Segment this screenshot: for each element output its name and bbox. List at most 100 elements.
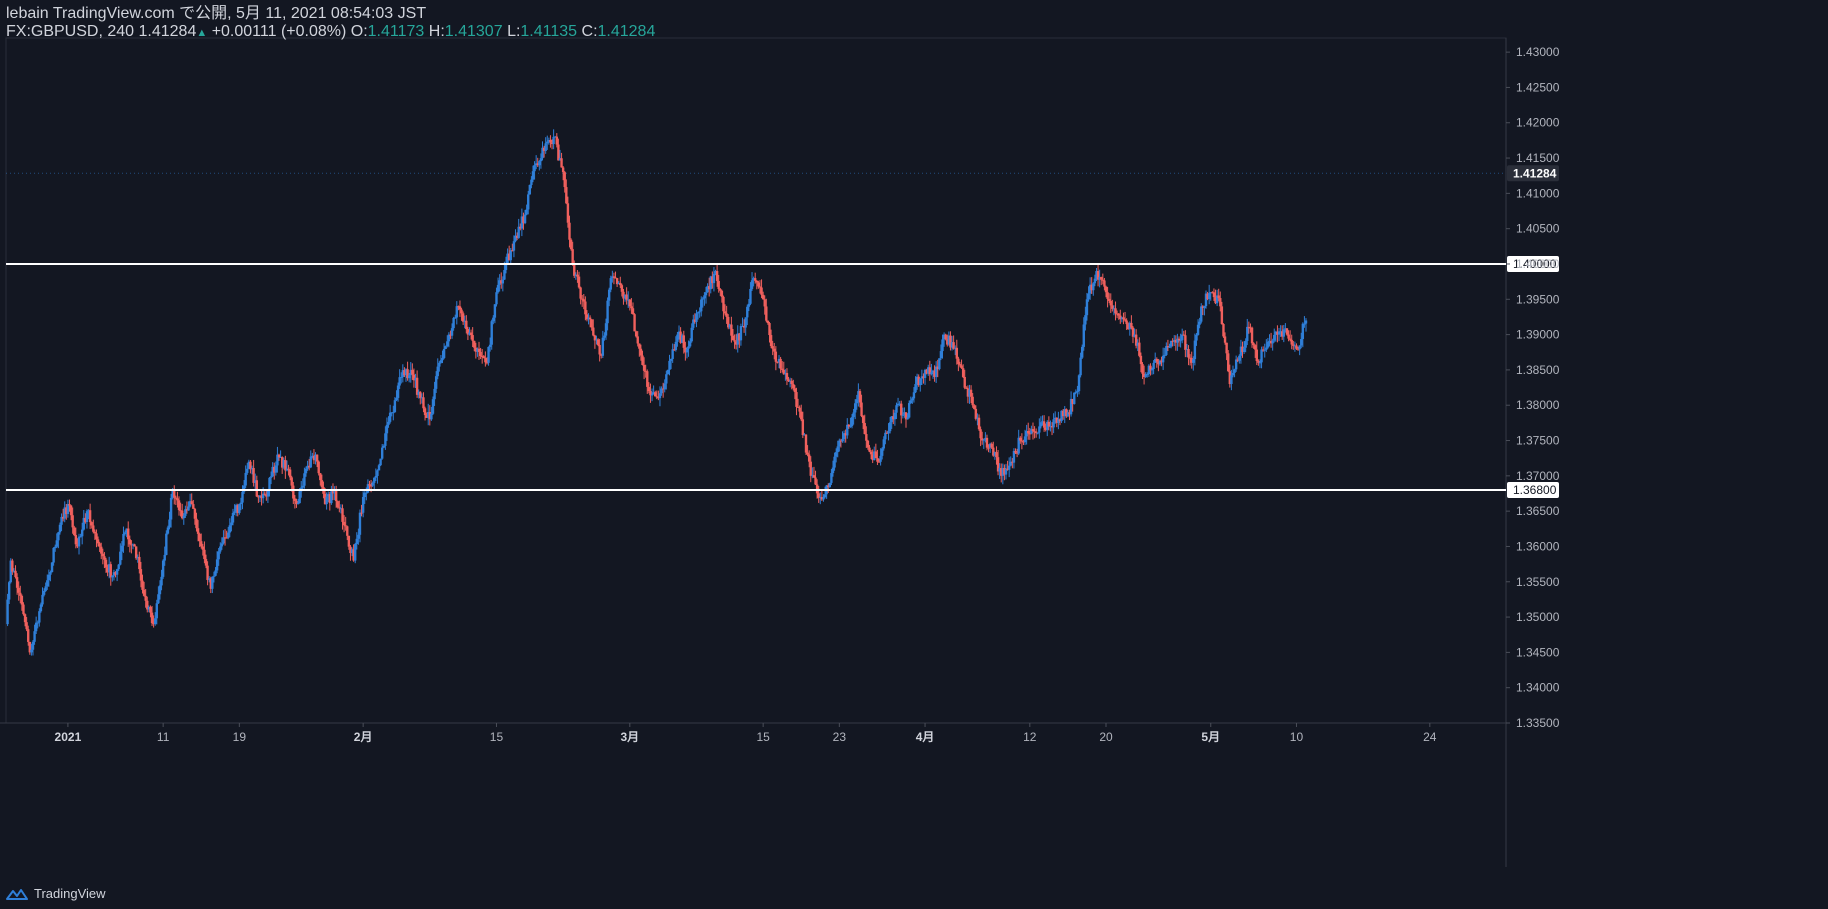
candle-body (477, 348, 481, 352)
x-tick-label: 11 (157, 730, 170, 744)
candle-body (246, 468, 249, 473)
candle-body (338, 507, 341, 509)
brand-footer[interactable]: TradingView (6, 886, 106, 901)
candle-body (1106, 292, 1109, 299)
chart-header: lebain TradingView.com で公開, 5月 11, 2021 … (6, 5, 655, 41)
candle-body (565, 187, 568, 204)
candle-body (160, 576, 163, 586)
candle-body (52, 547, 55, 563)
price-chart[interactable]: 1.40000 1.36800 1.43000 1.42500 1.42000 1.41… (0, 0, 1828, 909)
candle-body (452, 317, 455, 329)
candle-body (493, 304, 497, 318)
candle-body (1150, 369, 1154, 371)
candle-body (55, 540, 58, 547)
candle-body (631, 308, 635, 315)
candle-body (169, 497, 173, 520)
candle-body (11, 560, 14, 572)
candle-body (582, 299, 585, 302)
candle-body (1138, 342, 1141, 356)
candle-body (34, 622, 38, 632)
candle-body (433, 388, 436, 400)
candle-body (641, 355, 644, 365)
candle-body (606, 300, 609, 324)
candle-body (1298, 345, 1301, 350)
candle-body (780, 368, 784, 370)
candle-body (979, 429, 982, 439)
candle-body (127, 528, 130, 540)
candle-body (771, 346, 774, 349)
candle-body (1014, 450, 1017, 453)
candle-body (400, 376, 403, 378)
high-label: H: (428, 23, 445, 40)
candle-body (342, 521, 346, 526)
candle-body (861, 416, 865, 424)
candle-body (1047, 421, 1051, 427)
candle-body (546, 141, 549, 144)
candle-body (50, 562, 54, 573)
candle-body (117, 564, 120, 570)
candle-body (1139, 355, 1143, 365)
candle-body (687, 346, 690, 349)
candle-body (354, 544, 357, 561)
candle-body (1092, 283, 1095, 291)
candle-body (133, 544, 136, 547)
candle-body (187, 506, 190, 511)
candle-body (774, 351, 778, 362)
x-tick-label: 2月 (354, 730, 373, 744)
candle-body (1084, 315, 1087, 325)
candle-body (588, 317, 592, 320)
candle-body (725, 313, 728, 317)
candle-body (347, 535, 351, 547)
candle-body (619, 282, 622, 286)
candle-body (15, 577, 19, 588)
candle-body (1242, 347, 1246, 353)
candle-body (769, 335, 773, 347)
candle-body (244, 472, 247, 486)
candle-body (42, 590, 46, 595)
candle-body (430, 413, 433, 420)
candle-body (579, 287, 582, 299)
candle-body (309, 456, 312, 468)
candle-body (371, 482, 374, 486)
candle-body (1155, 358, 1158, 362)
candle-body (1146, 374, 1149, 376)
candle-body (1225, 342, 1228, 354)
candle-body (720, 290, 724, 297)
candle-body (573, 263, 576, 276)
candle-body (634, 331, 638, 337)
candle-body (239, 502, 243, 505)
candle-body (193, 508, 197, 519)
candle-body (231, 512, 235, 523)
candle-body (669, 358, 673, 361)
y-tick-label: 1.37500 (1516, 434, 1560, 448)
candle-body (263, 493, 266, 495)
candle-body (496, 284, 500, 293)
candle-body (17, 587, 20, 593)
candle-body (766, 320, 770, 324)
candle-body (503, 270, 506, 280)
candle-body (384, 433, 387, 446)
candle-body (696, 312, 700, 314)
candle-body (509, 250, 512, 261)
open-value: 1.41173 (367, 23, 425, 40)
candle-body (49, 572, 52, 575)
candle-body (104, 559, 108, 568)
candle-body (36, 622, 39, 624)
candle-body (985, 437, 989, 448)
candle-body (1271, 340, 1274, 344)
low-value: 1.41135 (520, 23, 578, 40)
candle-body (746, 306, 749, 318)
candle-body (555, 136, 558, 145)
candle-body (1301, 323, 1305, 340)
candle-body (914, 384, 917, 393)
candle-body (1196, 324, 1200, 335)
candle-body (765, 306, 768, 321)
candle-body (501, 279, 505, 284)
candle-body (888, 422, 892, 432)
candle-body (165, 533, 168, 555)
candle-body (442, 348, 446, 358)
candle-body (14, 570, 17, 578)
candle-body (1227, 353, 1230, 372)
candle-body (423, 408, 427, 416)
candle-body (85, 511, 89, 523)
